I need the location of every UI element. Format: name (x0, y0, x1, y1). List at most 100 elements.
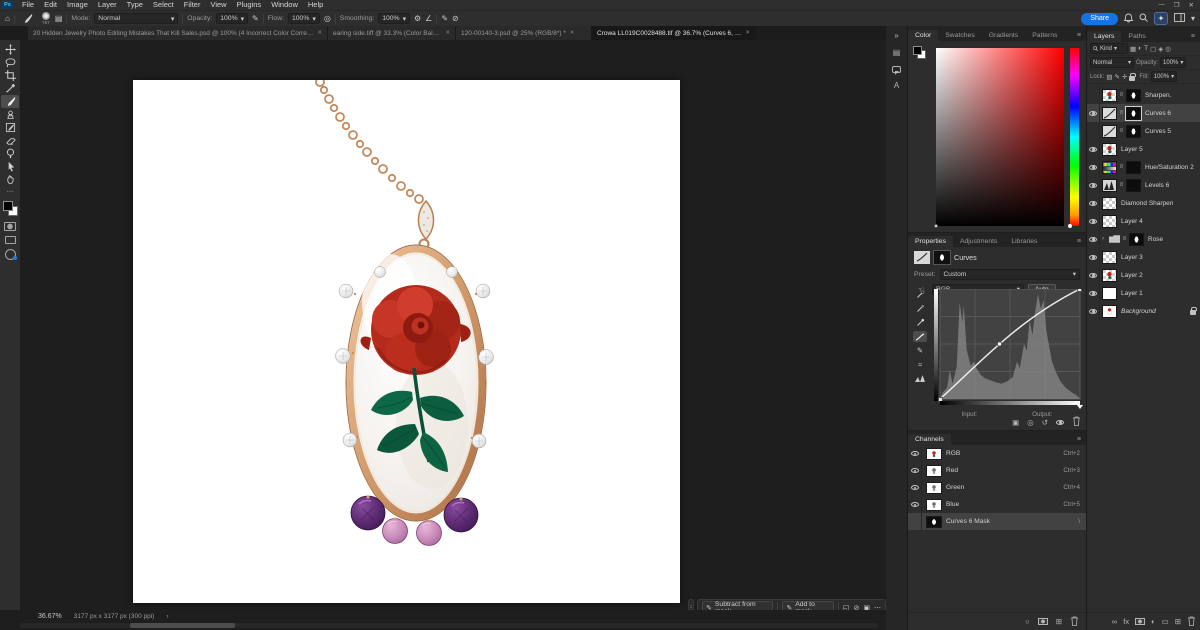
symmetry-icon[interactable]: ⊘ (452, 14, 459, 24)
crop-tool[interactable] (1, 69, 19, 82)
visibility-toggle[interactable] (908, 496, 922, 513)
horizontal-scrollbar[interactable] (20, 623, 878, 628)
smoothing-select[interactable]: 100% ▾ (378, 13, 410, 24)
visibility-toggle[interactable] (1087, 248, 1100, 266)
hue-slider[interactable] (1070, 48, 1079, 226)
layer-effects-icon[interactable]: fx (1123, 617, 1129, 626)
group-expander-icon[interactable]: › (1102, 236, 1107, 242)
link-layers-icon[interactable]: ∞ (1112, 617, 1117, 626)
canvas-area[interactable]: ⋮ ✎ Subtract from mask ✎ Add to mask ◱ ⊘… (20, 40, 886, 610)
visibility-toggle[interactable] (1087, 140, 1100, 158)
brush-size-preview[interactable]: 757 (42, 12, 50, 25)
layer-thumbnail[interactable] (1102, 107, 1117, 120)
generative-ai-icon[interactable]: ✦ (1154, 12, 1168, 25)
panel-menu-icon[interactable]: ≡ (1077, 436, 1086, 443)
channel-row-blue[interactable]: Blue Ctrl+5 (908, 496, 1086, 513)
document-tab[interactable]: 20 Hidden Jewelry Photo Editing Mistakes… (28, 26, 328, 40)
visibility-toggle[interactable] (1087, 104, 1100, 122)
new-channel-icon[interactable]: ⊞ (1056, 617, 1062, 626)
load-selection-icon[interactable]: ○ (1025, 617, 1030, 626)
layer-row-background[interactable]: Background (1087, 302, 1200, 320)
lock-transparency-icon[interactable]: ▨ (1106, 73, 1112, 81)
visibility-toggle[interactable] (908, 445, 922, 462)
menu-help[interactable]: Help (303, 0, 328, 10)
info-panel-icon[interactable]: ▤ (893, 49, 901, 57)
tab-channels[interactable]: Channels (908, 434, 951, 445)
airbrush-icon[interactable]: ◎ (324, 14, 331, 24)
panel-menu-icon[interactable]: ≡ (1191, 33, 1200, 40)
hue-slider-marker[interactable] (1068, 224, 1072, 228)
visibility-toggle[interactable] (908, 513, 922, 530)
layer-thumbnail[interactable] (1102, 269, 1117, 282)
curves-graph[interactable] (934, 289, 1084, 409)
scrollbar-thumb[interactable] (130, 623, 235, 628)
document-image[interactable] (133, 80, 680, 603)
gray-point-eyedropper-icon[interactable] (913, 303, 927, 314)
visibility-toggle[interactable] (1087, 212, 1100, 230)
preset-select[interactable]: Custom ▾ (940, 269, 1080, 280)
channel-row-mask-selected[interactable]: Curves 6 Mask \ (908, 513, 1086, 530)
minimize-button[interactable]: — (1158, 1, 1165, 9)
menu-filter[interactable]: Filter (179, 0, 206, 10)
panel-menu-icon[interactable]: ≡ (1077, 32, 1086, 39)
menu-edit[interactable]: Edit (39, 0, 62, 10)
visibility-toggle[interactable] (1087, 266, 1100, 284)
tab-patterns[interactable]: Patterns (1025, 30, 1064, 41)
smooth-curve-icon[interactable]: ≈ (913, 359, 927, 370)
group-folder-icon[interactable] (1109, 235, 1120, 244)
brush-angle-icon[interactable]: ∠ (425, 14, 432, 24)
lock-position-icon[interactable]: ✛ (1122, 73, 1127, 81)
close-icon[interactable]: ✕ (745, 30, 750, 36)
layer-row-layer4[interactable]: Layer 4 (1087, 212, 1200, 230)
layer-row-diamond-sharpen[interactable]: Diamond Sharpen (1087, 194, 1200, 212)
tab-adjustments[interactable]: Adjustments (953, 236, 1004, 247)
new-group-icon[interactable]: ▭ (1162, 617, 1169, 626)
dodge-tool[interactable] (1, 147, 19, 160)
close-icon[interactable]: ✕ (445, 30, 450, 36)
comments-panel-icon[interactable] (892, 66, 901, 73)
fill-select[interactable]: 100% ▾ (1151, 71, 1177, 82)
clip-to-layer-icon[interactable]: ▣ (1012, 418, 1019, 427)
layer-thumbnail[interactable] (1102, 251, 1117, 264)
layer-thumbnail[interactable] (1102, 287, 1117, 300)
layer-thumbnail[interactable] (1102, 305, 1117, 318)
visibility-toggle[interactable] (1087, 176, 1100, 194)
layer-row-sharpen[interactable]: 8 Sharpen. (1087, 86, 1200, 104)
draw-curve-pencil-icon[interactable]: ✎ (913, 345, 927, 356)
visibility-toggle[interactable] (1087, 284, 1100, 302)
document-tab[interactable]: earing side.tiff @ 33.3% (Color Balance … (328, 26, 456, 40)
filter-pixel-layers-icon[interactable]: ▦ (1130, 45, 1136, 53)
tab-gradients[interactable]: Gradients (982, 30, 1025, 41)
filter-smart-objects-icon[interactable]: ◈ (1158, 45, 1163, 53)
layer-row-layer1[interactable]: Layer 1 (1087, 284, 1200, 302)
save-selection-as-channel-icon[interactable] (1038, 618, 1048, 625)
restore-button[interactable]: ❐ (1174, 1, 1180, 9)
brush-preset-icon[interactable] (19, 12, 37, 25)
add-layer-mask-icon[interactable] (1135, 618, 1145, 625)
quick-mask-icon[interactable] (4, 222, 16, 231)
blend-mode-select[interactable]: Normal ▾ (1090, 57, 1134, 68)
layer-opacity-select[interactable]: 100% ▾ (1160, 57, 1186, 68)
document-tab-active[interactable]: Crowa LL019C0028488.tif @ 36.7% (Curves … (592, 26, 756, 40)
pressure-opacity-icon[interactable]: ✎ (252, 14, 259, 24)
delete-channel-icon[interactable] (1070, 616, 1079, 628)
layer-row-curves6-selected[interactable]: 8 Curves 6 (1087, 104, 1200, 122)
layer-thumbnail[interactable] (1102, 179, 1117, 192)
filter-kind-select[interactable]: Kind ▾ (1090, 43, 1128, 54)
expand-panels-icon[interactable]: » (894, 32, 898, 40)
layer-row-layer3[interactable]: Layer 3 (1087, 248, 1200, 266)
color-field-marker[interactable] (934, 224, 938, 228)
close-icon[interactable]: ✕ (317, 30, 322, 36)
layer-thumbnail[interactable] (1102, 89, 1117, 102)
discover-icon[interactable] (5, 249, 16, 260)
chevron-down-icon[interactable]: ▾ (1191, 14, 1195, 24)
lock-pixels-icon[interactable]: ✎ (1115, 73, 1120, 81)
tab-color[interactable]: Color (908, 30, 938, 41)
tab-paths[interactable]: Paths (1121, 31, 1152, 42)
edit-points-icon[interactable] (913, 331, 927, 342)
close-icon[interactable]: ✕ (570, 30, 575, 36)
hand-tool[interactable] (1, 173, 19, 186)
layer-mask-thumbnail[interactable] (1129, 233, 1144, 246)
document-tab[interactable]: 120-00140-3.psd @ 25% (RGB/8*) * ✕ (456, 26, 592, 40)
foreground-color-swatch[interactable] (3, 201, 13, 211)
